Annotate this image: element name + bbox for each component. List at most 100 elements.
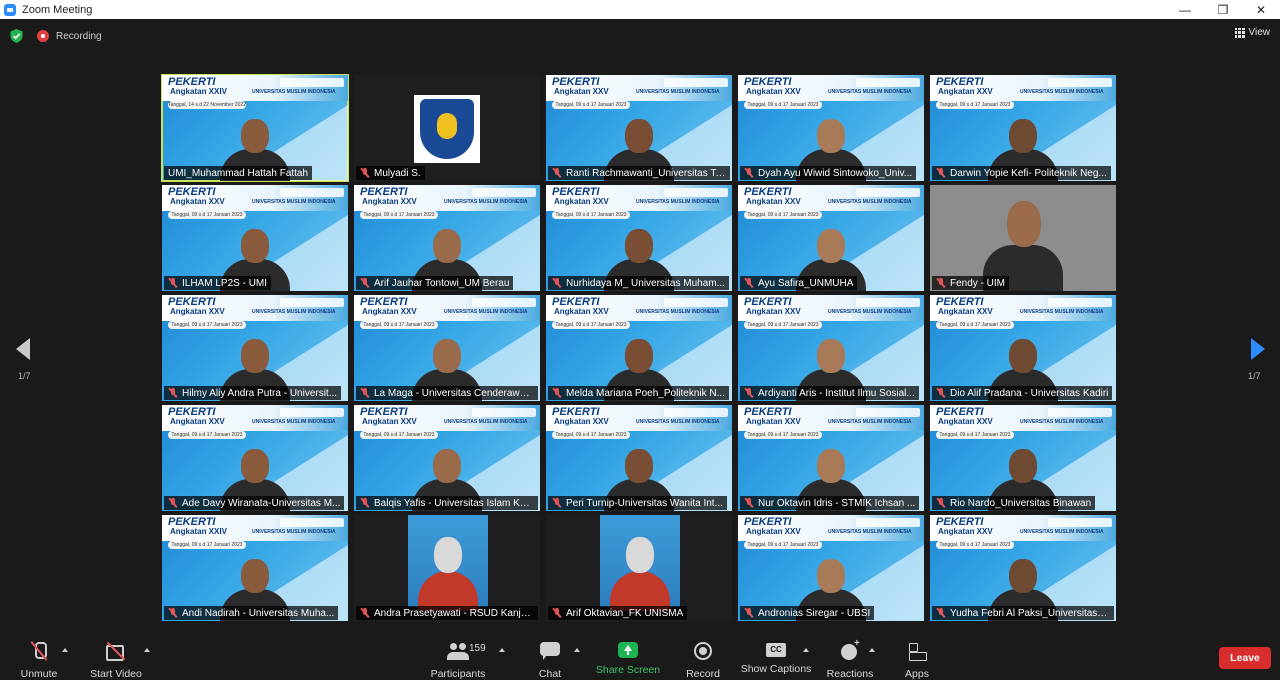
- participant-tile[interactable]: PEKERTI Angkatan XXV UNIVERSITAS MUSLIM IN…: [930, 515, 1116, 621]
- sponsor-logos: [856, 298, 920, 307]
- close-icon[interactable]: ✕: [1242, 0, 1280, 19]
- banner-subtitle: Angkatan XXV: [170, 307, 225, 316]
- participant-name: Dyah Ayu Wiwid Sintowoko_Univ...: [758, 167, 913, 179]
- view-button[interactable]: View: [1234, 27, 1270, 38]
- apps-button[interactable]: Apps: [903, 632, 931, 680]
- participant-tile[interactable]: PEKERTI Angkatan XXV UNIVERSITAS MUSLIM IN…: [738, 515, 924, 621]
- participant-name: Ardiyanti Aris - Institut Ilmu Sosial...: [758, 387, 915, 399]
- participant-name-bar: Arif Jauhar Tontowi_UM Berau: [356, 276, 514, 290]
- participant-tile[interactable]: PEKERTI Angkatan XXIV UNIVERSITAS MUSLIM I…: [162, 515, 348, 621]
- participant-tile[interactable]: PEKERTI Angkatan XXV UNIVERSITAS MUSLIM IN…: [546, 405, 732, 511]
- participant-tile[interactable]: PEKERTI Angkatan XXV UNIVERSITAS MUSLIM IN…: [162, 185, 348, 291]
- participant-tile[interactable]: PEKERTI Angkatan XXV UNIVERSITAS MUSLIM IN…: [546, 75, 732, 181]
- participant-tile[interactable]: PEKERTI Angkatan XXV UNIVERSITAS MUSLIM IN…: [738, 405, 924, 511]
- participant-tile[interactable]: PEKERTI Angkatan XXV UNIVERSITAS MUSLIM IN…: [162, 405, 348, 511]
- banner-date: Tanggal, 09 s.d 17 Januari 2023: [744, 211, 822, 219]
- muted-mic-icon: [936, 608, 946, 618]
- zoom-meeting-window: Zoom Meeting — ❐ ✕ Recording View 1/7 1/…: [0, 0, 1280, 680]
- participant-tile[interactable]: PEKERTI Angkatan XXV UNIVERSITAS MUSLIM IN…: [930, 75, 1116, 181]
- participant-name: Dio Alif Pradana - Universitas Kadiri: [950, 387, 1109, 399]
- show-captions-button[interactable]: CC Show Captions: [741, 632, 811, 680]
- sponsor-logos: [856, 78, 920, 87]
- participant-name-bar: Ayu Safira_UNMUHA: [740, 276, 858, 290]
- next-page-arrow-icon[interactable]: [1251, 338, 1265, 360]
- participant-tile[interactable]: PEKERTI Angkatan XXV UNIVERSITAS MUSLIM IN…: [354, 295, 540, 401]
- participant-tile[interactable]: Arif Oktavian_FK UNISMA: [546, 515, 732, 621]
- meeting-toolbar: Unmute Start Video Participants 159 Chat…: [0, 632, 1280, 680]
- window-controls: — ❐ ✕: [1166, 0, 1280, 19]
- banner-date: Tanggal, 09 s.d 17 Januari 2023: [552, 321, 630, 329]
- restore-icon[interactable]: ❐: [1204, 0, 1242, 19]
- captions-options-caret-icon[interactable]: [803, 648, 809, 652]
- muted-mic-icon: [360, 388, 370, 398]
- participants-icon: [447, 640, 469, 662]
- banner-date: Tanggal, 09 s.d 17 Januari 2023: [936, 321, 1014, 329]
- participant-tile[interactable]: PEKERTI Angkatan XXV UNIVERSITAS MUSLIM IN…: [354, 185, 540, 291]
- muted-mic-icon: [744, 388, 754, 398]
- sponsor-logos: [1048, 78, 1112, 87]
- participant-tile[interactable]: PEKERTI Angkatan XXV UNIVERSITAS MUSLIM IN…: [930, 405, 1116, 511]
- sponsor-logos: [856, 518, 920, 527]
- banner-subtitle: Angkatan XXIV: [170, 527, 227, 536]
- chat-options-caret-icon[interactable]: [574, 648, 580, 652]
- minimize-icon[interactable]: —: [1166, 0, 1204, 19]
- participant-name-bar: Dyah Ayu Wiwid Sintowoko_Univ...: [740, 166, 917, 180]
- participant-name: Andi Nadirah - Universitas Muha...: [182, 607, 335, 619]
- unmute-button[interactable]: Unmute: [18, 632, 60, 680]
- participant-tile[interactable]: PEKERTI Angkatan XXV UNIVERSITAS MUSLIM IN…: [546, 295, 732, 401]
- record-label: Record: [686, 668, 720, 680]
- leave-button[interactable]: Leave: [1219, 647, 1271, 669]
- sponsor-logos: [664, 78, 728, 87]
- banner-subtitle: Angkatan XXV: [746, 417, 801, 426]
- sponsor-logos: [280, 188, 344, 197]
- banner-date: Tanggal, 09 s.d 17 Januari 2023: [744, 431, 822, 439]
- reactions-button[interactable]: Reactions: [825, 632, 875, 680]
- reactions-label: Reactions: [826, 668, 874, 680]
- participant-name: ILHAM LP2S - UMI: [182, 277, 268, 289]
- share-screen-button[interactable]: Share Screen: [596, 632, 660, 680]
- reactions-options-caret-icon[interactable]: [869, 648, 875, 652]
- participant-tile[interactable]: Fendy - UIM: [930, 185, 1116, 291]
- participant-name: Melda Mariana Poeh_Politeknik N...: [566, 387, 725, 399]
- participant-name: Darwin Yopie Kefi- Politeknik Neg...: [950, 167, 1107, 179]
- microphone-off-icon: [28, 640, 50, 662]
- sponsor-logos: [280, 298, 344, 307]
- start-video-label: Start Video: [90, 668, 142, 680]
- video-off-icon: [105, 640, 127, 662]
- muted-mic-icon: [552, 498, 562, 508]
- audio-options-caret-icon[interactable]: [62, 648, 68, 652]
- participants-button[interactable]: Participants 159: [429, 632, 487, 680]
- participant-tile[interactable]: PEKERTI Angkatan XXV UNIVERSITAS MUSLIM IN…: [930, 295, 1116, 401]
- participants-options-caret-icon[interactable]: [499, 648, 505, 652]
- security-shield-icon[interactable]: [10, 29, 23, 43]
- participant-tile[interactable]: PEKERTI Angkatan XXV UNIVERSITAS MUSLIM IN…: [162, 295, 348, 401]
- previous-page-arrow-icon[interactable]: [16, 338, 30, 360]
- participant-name-bar: Darwin Yopie Kefi- Politeknik Neg...: [932, 166, 1111, 180]
- muted-mic-icon: [936, 168, 946, 178]
- banner-university: UNIVERSITAS MUSLIM INDONESIA: [252, 419, 336, 425]
- banner-university: UNIVERSITAS MUSLIM INDONESIA: [252, 199, 336, 205]
- participants-label: Participants: [430, 668, 486, 680]
- participant-name-bar: Peri Turnip-Universitas Wanita Int...: [548, 496, 727, 510]
- participant-tile[interactable]: Mulyadi S.: [354, 75, 540, 181]
- participant-name-bar: Melda Mariana Poeh_Politeknik N...: [548, 386, 729, 400]
- record-button[interactable]: Record: [684, 632, 722, 680]
- chat-button[interactable]: Chat: [536, 632, 564, 680]
- start-video-button[interactable]: Start Video: [88, 632, 144, 680]
- banner-university: UNIVERSITAS MUSLIM INDONESIA: [828, 199, 912, 205]
- participant-name: La Maga - Universitas Cenderawas...: [374, 387, 534, 399]
- participant-tile[interactable]: PEKERTI Angkatan XXIV UNIVERSITAS MUSLIM I…: [161, 74, 349, 182]
- video-options-caret-icon[interactable]: [144, 648, 150, 652]
- participant-tile[interactable]: PEKERTI Angkatan XXV UNIVERSITAS MUSLIM IN…: [738, 185, 924, 291]
- participants-count: 159: [469, 643, 486, 654]
- muted-mic-icon: [744, 498, 754, 508]
- participant-name: Rio Nardo_Universitas Binawan: [950, 497, 1092, 509]
- participant-tile[interactable]: PEKERTI Angkatan XXV UNIVERSITAS MUSLIM IN…: [354, 405, 540, 511]
- participant-tile[interactable]: PEKERTI Angkatan XXV UNIVERSITAS MUSLIM IN…: [738, 75, 924, 181]
- participant-tile[interactable]: Andra Prasetyawati - RSUD Kanjur...: [354, 515, 540, 621]
- banner-date: Tanggal, 09 s.d 17 Januari 2023: [936, 101, 1014, 109]
- banner-subtitle: Angkatan XXV: [746, 87, 801, 96]
- participant-tile[interactable]: PEKERTI Angkatan XXV UNIVERSITAS MUSLIM IN…: [738, 295, 924, 401]
- participant-tile[interactable]: PEKERTI Angkatan XXV UNIVERSITAS MUSLIM IN…: [546, 185, 732, 291]
- banner-date: Tanggal, 09 s.d 17 Januari 2023: [744, 541, 822, 549]
